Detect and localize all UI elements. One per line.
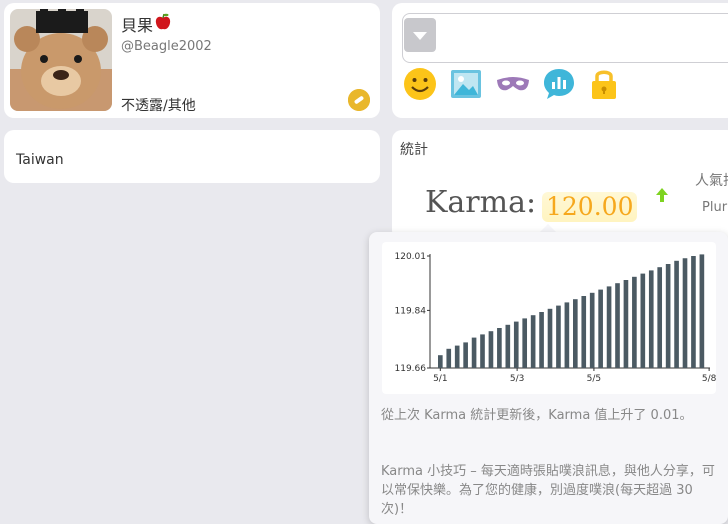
chart-bar [589,292,595,368]
lock-icon[interactable] [586,66,622,102]
chart-bar [454,345,460,368]
chart-bar [674,260,679,368]
karma-chart-svg: 120.01119.84119.665/15/35/55/85/105/135/… [395,252,717,384]
chart-bar [556,305,561,368]
avatar[interactable] [10,9,112,111]
chart-bar [505,324,511,368]
chart-y-tick-label: 119.84 [395,306,427,316]
chart-x-tick-label: 5/5 [587,374,601,384]
chart-bar [530,315,536,368]
plurk-input[interactable] [402,13,728,63]
chart-bar [547,308,553,368]
chart-bar [699,254,705,368]
chart-x-tick-label: 5/1 [433,374,447,384]
chart-x-tick-label: 5/3 [510,374,524,384]
stats-card: 統計 Karma: 120.00 人氣排 Plur [392,130,728,240]
chart-bar [606,286,612,368]
popularity-rank-label: 人氣排 [695,173,728,189]
karma-chart: 120.01119.84119.665/15/35/55/85/105/135/… [382,242,716,394]
chart-bar [682,258,688,368]
chart-bar [648,270,654,368]
chart-bar [564,302,570,368]
karma-change-note: 從上次 Karma 統計更新後，Karma 值上升了 0.01。 [381,408,693,423]
chart-bar [471,337,477,368]
chart-bar [463,342,468,368]
username: @Beagle2002 [121,39,212,54]
chart-bar [497,328,502,368]
karma-tip: Karma 小技巧 – 每天適時張貼噗浪訊息，與他人分享，可以常保快樂。為了您的… [381,464,715,517]
chart-bar [446,348,452,368]
poll-icon[interactable] [541,66,577,102]
chart-bar [480,334,485,368]
chart-bar [438,355,443,368]
karma-up-arrow-icon [654,187,670,207]
karma-badge-icon[interactable] [348,89,370,111]
chart-bar [615,283,620,368]
location-card: Taiwan [4,130,380,183]
image-icon[interactable] [448,66,484,102]
mask-icon[interactable] [495,66,531,102]
chart-bar [598,289,603,368]
chart-bar [522,318,528,368]
chart-y-tick-label: 120.01 [395,252,427,262]
chart-bar [623,280,629,368]
chart-bar [513,321,519,368]
display-name[interactable]: 貝果 [121,12,153,36]
karma-popup: 120.01119.84119.665/15/35/55/85/105/135/… [369,232,728,524]
chart-bar [488,331,494,368]
chart-bar [581,296,587,368]
chart-bar [657,267,663,368]
profile-card: 貝果 @Beagle2002 不透露/其他 [4,3,380,118]
chart-x-tick-label: 5/8 [702,374,716,384]
apple-icon [155,13,171,35]
chart-bar [665,264,671,368]
qualifier-dropdown-button[interactable] [404,18,436,52]
chart-y-tick-label: 119.66 [395,364,427,374]
karma-value[interactable]: 120.00 [542,192,638,222]
chart-bar [539,312,544,368]
chart-bar [640,273,646,368]
plurk-count-label: Plur [702,200,728,215]
chart-bar [691,256,696,368]
location-text: Taiwan [16,152,64,168]
stats-title: 統計 [400,142,428,158]
smiley-icon[interactable] [402,66,438,102]
gender-text: 不透露/其他 [121,98,196,114]
chart-bar [632,276,637,368]
karma-label: Karma: [425,185,537,220]
chart-bar [573,299,578,368]
